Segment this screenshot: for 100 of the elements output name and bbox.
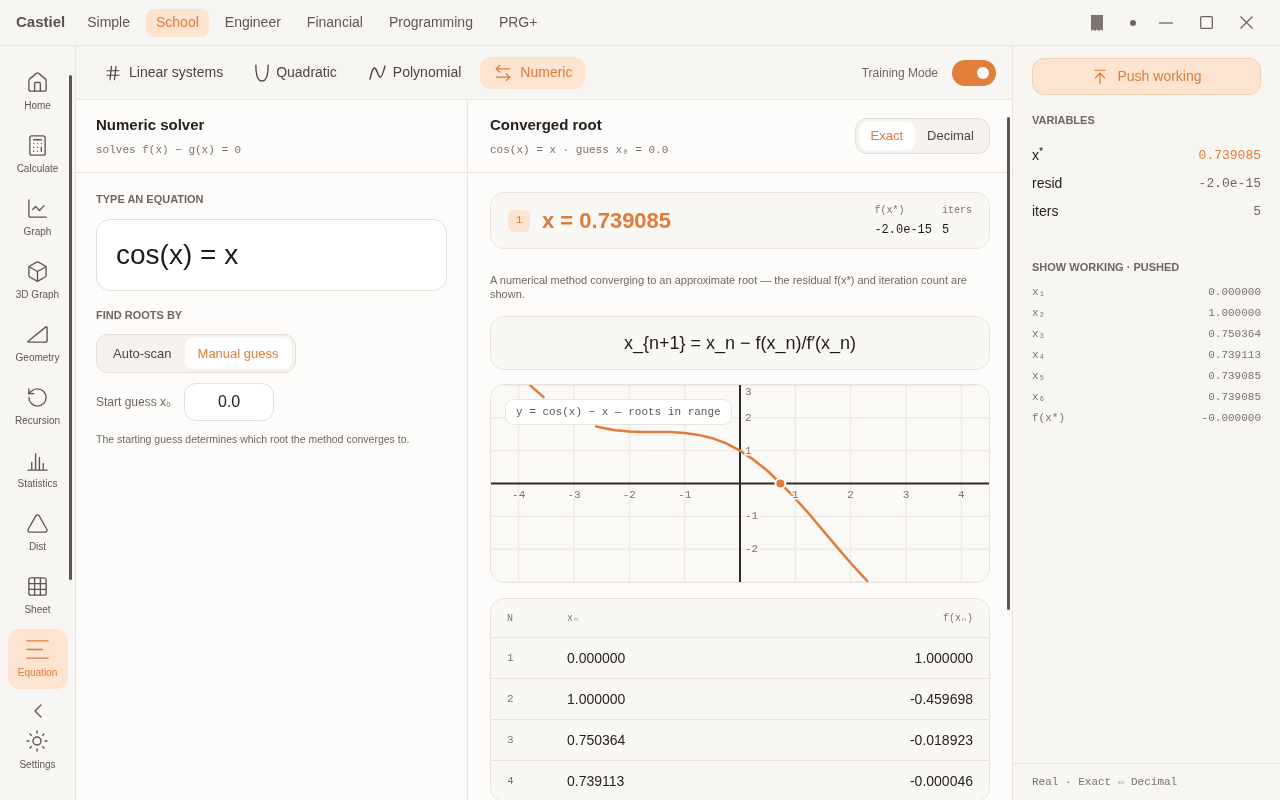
tick-label: -1	[678, 488, 692, 501]
lines-icon	[26, 638, 49, 661]
working-label: x₄	[1032, 348, 1046, 364]
tick-label: 1	[745, 444, 752, 457]
mode-tab[interactable]: PRG+	[488, 8, 548, 37]
working-value: 1.000000	[1208, 306, 1261, 322]
variable-value: 0.739085	[1198, 146, 1261, 165]
wave-icon	[368, 65, 386, 80]
tick-label: 2	[847, 488, 854, 501]
stat-label: iters	[942, 203, 972, 218]
root-marker	[774, 477, 787, 490]
table-cell-text: -0.000046	[909, 771, 973, 791]
panel-title: Converged root	[490, 115, 603, 135]
line-chart-icon	[26, 197, 49, 220]
cube-icon	[26, 260, 49, 283]
triangle-icon	[26, 512, 49, 535]
working-label: x₁	[1032, 285, 1046, 301]
display-mode-option[interactable]: Decimal	[915, 122, 986, 150]
status-text: Real · Exact ⇔ Decimal	[1032, 774, 1178, 790]
working-value: 0.000000	[1208, 285, 1261, 301]
formula-card: x_{n+1} = x_n − f(x_n)/f′(x_n)	[490, 316, 990, 370]
working-label: f(x*)	[1032, 411, 1065, 427]
variable-name: x$^{*}$	[1032, 145, 1044, 165]
column-header: xₙ	[567, 611, 580, 626]
close-icon[interactable]	[1240, 16, 1253, 29]
description-text: A numerical method converging to an approximate root — the residual f(x*) and iteration count are shown.	[490, 273, 968, 301]
sub-tab[interactable]: Linear systems	[91, 56, 237, 89]
tick-label: -2	[622, 488, 636, 501]
right-triangle-icon	[26, 323, 49, 346]
method-option[interactable]: Auto-scan	[100, 338, 185, 369]
field-label: Start guess x₀	[96, 394, 171, 411]
table-cell-text: 3	[507, 732, 515, 748]
sidebar-item[interactable]: 3D Graph	[7, 251, 68, 311]
sidebar-item[interactable]: Sheet	[7, 566, 68, 626]
section-label: SHOW WORKING · PUSHED	[1032, 259, 1181, 275]
column-header: f(xₙ)	[942, 611, 973, 626]
minimize-icon[interactable]	[1159, 21, 1173, 24]
index-badge: 1	[508, 209, 530, 232]
panel-subtitle: cos(x) = x · guess x₀ = 0.0	[490, 142, 669, 158]
scrollbar[interactable]	[69, 75, 72, 580]
variable-value: -2.0e-15	[1198, 174, 1261, 193]
sidebar-item[interactable]: Dist	[7, 503, 68, 563]
stat-label: f(x*)	[874, 203, 906, 218]
tick-label: 1	[792, 488, 799, 501]
variable-name: resid	[1032, 174, 1063, 193]
equation-field[interactable]: cos(x) = x	[96, 218, 447, 291]
settings-button[interactable]: Settings	[19, 729, 56, 772]
tick-label: -1	[745, 510, 759, 523]
section-label: FIND ROOTS BY	[96, 307, 183, 323]
mode-tab[interactable]: Financial	[296, 8, 373, 37]
mode-tab[interactable]: Programming	[378, 8, 483, 37]
stat-value: -2.0e-15	[874, 221, 932, 239]
receipt-icon[interactable]	[1091, 14, 1103, 31]
start-guess-field[interactable]: 0.0	[184, 383, 274, 421]
hash-icon	[104, 63, 122, 82]
working-value: 0.750364	[1208, 327, 1261, 343]
working-label: x₅	[1032, 369, 1046, 385]
root-value: x = 0.739085	[542, 207, 672, 235]
grid-icon	[26, 575, 49, 598]
calculator-icon	[26, 134, 49, 157]
parabola-icon	[255, 63, 270, 82]
working-label: x₃	[1032, 327, 1046, 343]
variable-value: 5	[1253, 202, 1261, 221]
tick-label: -3	[567, 488, 581, 501]
scrollbar[interactable]	[1007, 117, 1010, 610]
hint-text: The starting guess determines which root the method converges to.	[96, 432, 410, 447]
tick-label: 3	[902, 488, 910, 501]
sun-icon	[25, 729, 50, 753]
sub-tab[interactable]: Polynomial	[355, 56, 475, 89]
table-cell-text: 1	[507, 650, 515, 666]
working-value: 0.739085	[1208, 369, 1261, 385]
sidebar-item[interactable]: Home	[7, 62, 68, 122]
table-cell-text: 0.750364	[567, 730, 626, 750]
panel-title: Numeric solver	[96, 115, 206, 135]
working-value: -0.000000	[1201, 411, 1261, 427]
maximize-icon[interactable]	[1200, 16, 1213, 29]
working-label: x₆	[1032, 390, 1046, 406]
sub-tab[interactable]: Quadratic	[242, 56, 350, 89]
mode-tab[interactable]: Engineer	[214, 8, 291, 37]
stat-value: 5	[942, 221, 951, 239]
panel-subtitle: solves f(x) − g(x) = 0	[96, 142, 243, 158]
house-icon	[26, 71, 49, 94]
sidebar-item[interactable]: Recursion	[7, 377, 68, 437]
app-title: Castiel	[16, 12, 66, 33]
training-mode-toggle[interactable]	[952, 59, 996, 86]
tick-label: -2	[745, 543, 759, 556]
mode-tab[interactable]: Simple	[77, 8, 140, 37]
sidebar-item[interactable]: Graph	[7, 188, 68, 248]
tick-label: 4	[958, 488, 965, 501]
table-cell-text: -0.459698	[909, 689, 973, 709]
sidebar-item[interactable]: Calculate	[7, 125, 68, 185]
sidebar-item[interactable]: Geometry	[7, 314, 68, 374]
tick-label: 3	[745, 386, 752, 398]
dot-icon[interactable]	[1130, 19, 1136, 26]
table-cell-text: 2	[507, 691, 515, 707]
section-label: TYPE AN EQUATION	[96, 192, 204, 207]
sidebar-item[interactable]: Statistics	[7, 440, 68, 500]
table-cell-text: 1.000000	[914, 648, 973, 668]
table-cell-text: 4	[507, 773, 515, 789]
section-label: VARIABLES	[1032, 113, 1096, 128]
